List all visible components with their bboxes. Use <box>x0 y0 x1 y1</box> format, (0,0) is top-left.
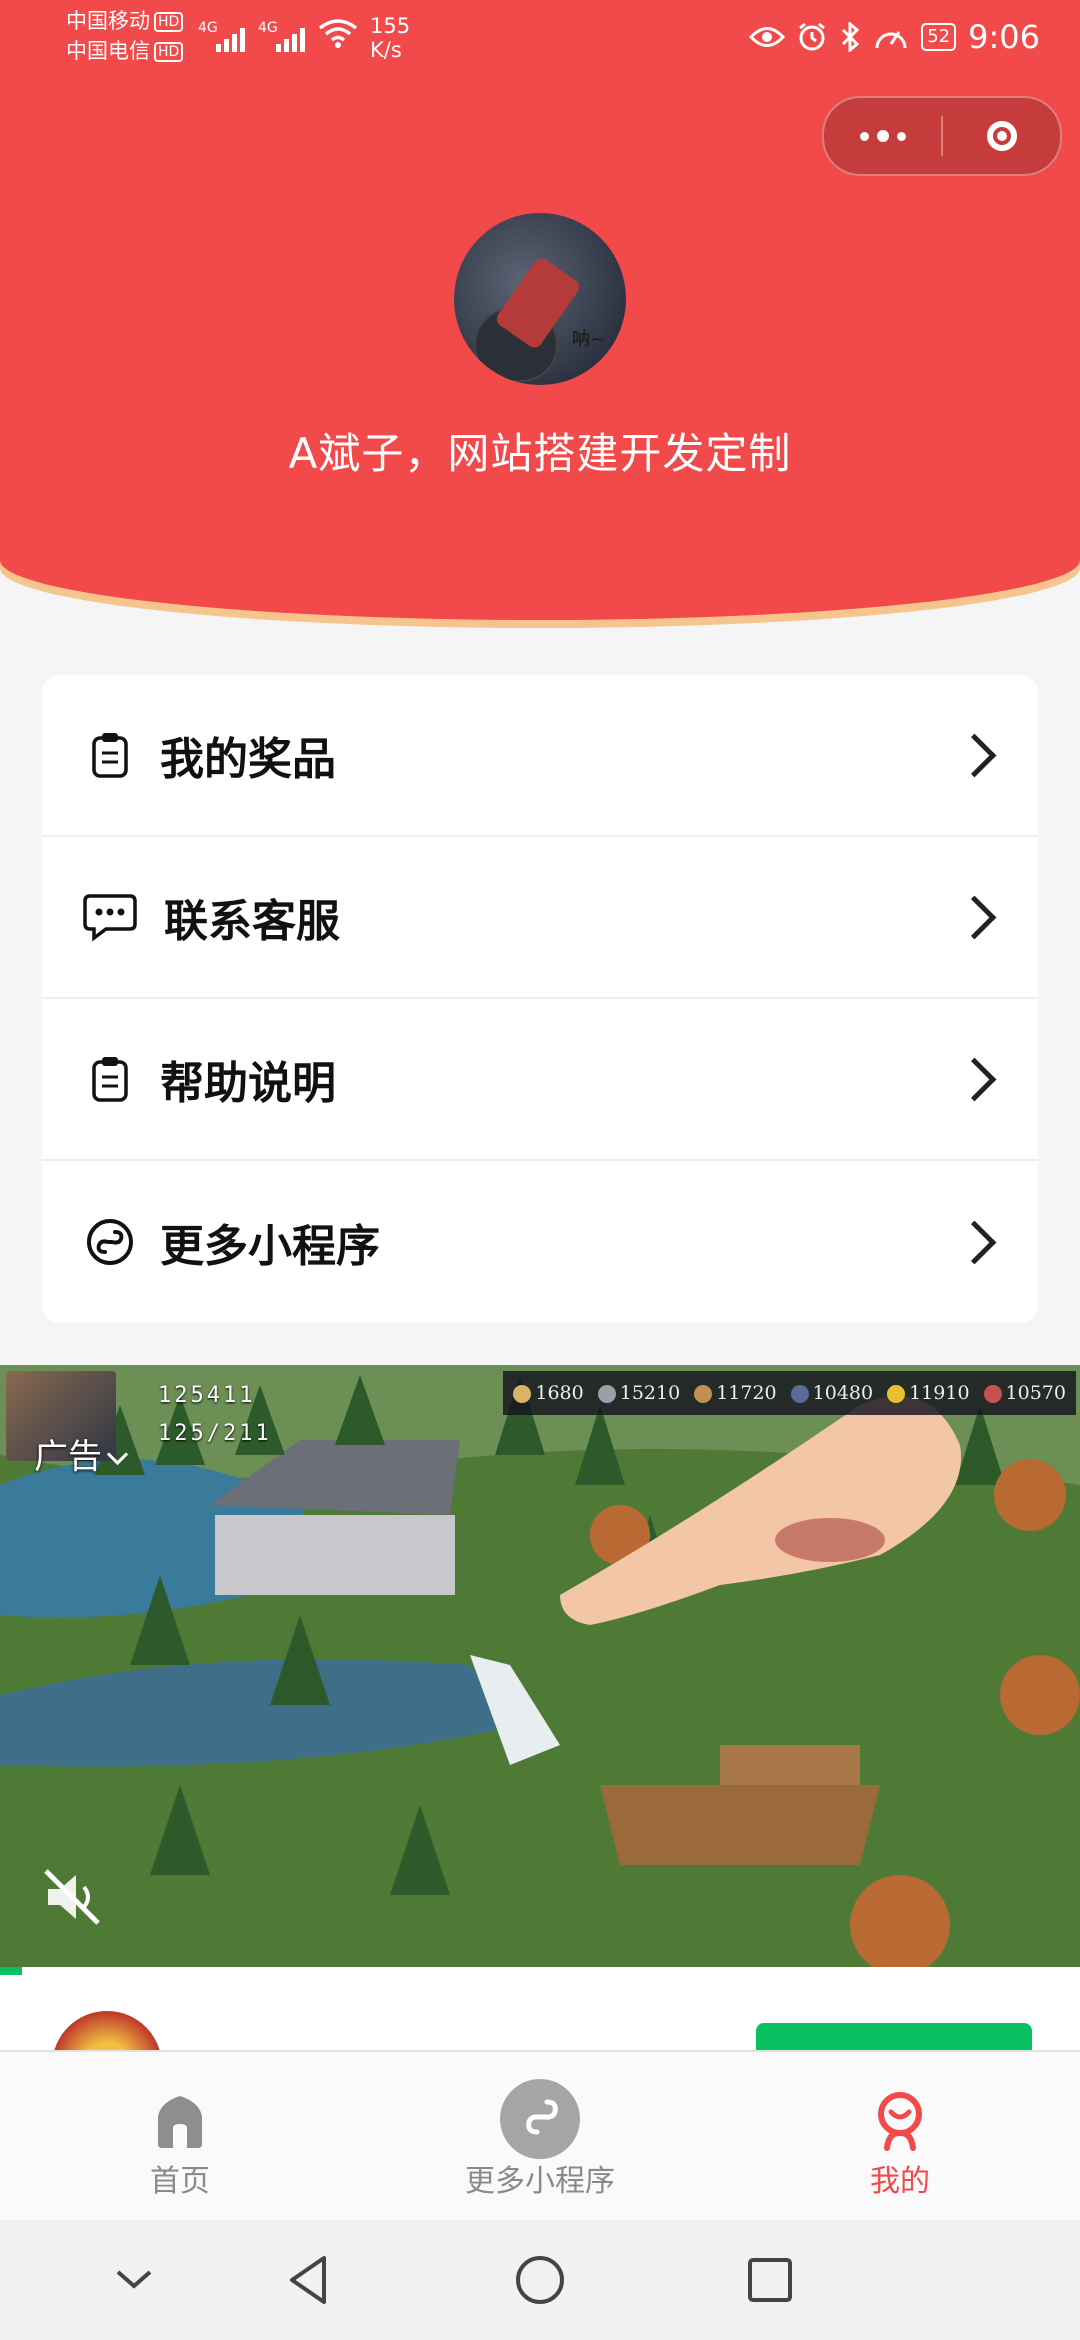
ad-hero-stats: 125411 125/211 <box>158 1377 272 1453</box>
tab-bar: 首页 更多小程序 我的 <box>0 2050 1080 2222</box>
target-circle-icon[interactable] <box>943 98 1060 174</box>
tab-more-miniprograms[interactable]: 更多小程序 <box>360 2052 720 2222</box>
ad-app-icon[interactable] <box>52 2011 162 2055</box>
network-speed: 155 K/s <box>370 14 410 62</box>
ad-resource: 15210 <box>597 1382 680 1404</box>
alarm-icon <box>799 22 826 51</box>
eye-icon <box>749 27 786 47</box>
profile-icon <box>878 2092 922 2151</box>
ad-footer <box>0 1975 1080 2055</box>
profile-name: A斌子，网站搭建开发定制 <box>288 429 792 478</box>
chevron-right-icon <box>952 1220 997 1264</box>
carrier-name-2: 中国电信 <box>66 39 150 63</box>
ad-tag-label: 广告 <box>34 1437 102 1477</box>
status-icons: 52 9:06 <box>749 18 1040 56</box>
signal-bars-2-icon <box>276 22 305 52</box>
avatar[interactable]: 呐~ <box>454 213 626 385</box>
network-type-2: 4G <box>258 20 278 36</box>
status-bar: 中国移动 HD 中国电信 HD 4G 4G 155 K/s 52 9:06 <box>0 0 1080 76</box>
ad-resource: 11910 <box>887 1382 970 1404</box>
chevron-right-icon <box>952 1057 997 1101</box>
menu-item-contact-support[interactable]: 联系客服 <box>42 837 1038 999</box>
tab-label: 首页 <box>150 2164 210 2199</box>
carrier-name-1: 中国移动 <box>66 9 150 33</box>
avatar-caption: 呐~ <box>572 329 606 350</box>
tab-home[interactable]: 首页 <box>0 2052 360 2222</box>
carrier-label-1: 中国移动 HD <box>66 6 184 36</box>
home-icon <box>158 2096 202 2148</box>
menu-item-label: 我的奖品 <box>160 734 336 785</box>
battery-indicator: 52 <box>921 23 957 51</box>
hd-badge-1: HD <box>154 12 184 32</box>
tab-label: 我的 <box>870 2164 930 2199</box>
recents-square-icon[interactable] <box>740 2250 800 2310</box>
home-circle-icon[interactable] <box>510 2250 570 2310</box>
menu-item-label: 帮助说明 <box>160 1058 336 1109</box>
mute-icon[interactable] <box>40 1865 104 1929</box>
menu-item-help[interactable]: 帮助说明 <box>42 999 1038 1161</box>
ad-resource: 10480 <box>790 1382 873 1404</box>
wifi-icon <box>318 19 358 48</box>
ad-resource: 11720 <box>694 1382 777 1404</box>
clipboard-icon <box>82 727 138 783</box>
speedometer-icon <box>875 31 907 49</box>
chevron-down-icon <box>106 1443 129 1466</box>
ad-progress-bar <box>0 1967 1080 1975</box>
miniprogram-icon <box>82 1214 138 1270</box>
clock: 9:06 <box>968 18 1040 56</box>
video-ad[interactable]: 125411 125/211 1680 15210 11720 10480 11… <box>0 1365 1080 1975</box>
chat-bubble-icon <box>82 889 138 945</box>
ad-hero-stat: 125411 <box>158 1383 256 1408</box>
network-speed-value: 155 <box>370 14 411 38</box>
menu-item-label: 更多小程序 <box>160 1221 380 1272</box>
hd-badge-2: HD <box>154 42 184 62</box>
signal-bars-1-icon <box>216 22 245 52</box>
more-dots-icon[interactable] <box>824 98 941 174</box>
profile-header: 中国移动 HD 中国电信 HD 4G 4G 155 K/s 52 9:06 呐~… <box>0 0 1080 620</box>
chevron-right-icon <box>952 733 997 777</box>
ad-resource-bar: 1680 15210 11720 10480 11910 10570 <box>503 1371 1076 1415</box>
ad-tag[interactable]: 广告 <box>34 1429 129 1478</box>
system-nav-bar <box>0 2220 1080 2340</box>
clipboard-icon <box>82 1051 138 1107</box>
tab-label: 更多小程序 <box>465 2164 615 2199</box>
network-speed-unit: K/s <box>370 38 402 62</box>
menu-card: 我的奖品 联系客服 帮助说明 更多小程序 <box>42 675 1038 1323</box>
network-type-1: 4G <box>198 20 218 36</box>
miniprogram-capsule <box>822 96 1062 176</box>
chevron-down-icon[interactable] <box>104 2250 164 2310</box>
chevron-right-icon <box>952 895 997 939</box>
back-triangle-icon[interactable] <box>280 2250 340 2310</box>
menu-item-my-prizes[interactable]: 我的奖品 <box>42 675 1038 837</box>
ad-resource: 1680 <box>513 1382 584 1404</box>
menu-item-more-miniprograms[interactable]: 更多小程序 <box>42 1161 1038 1323</box>
carrier-label-2: 中国电信 HD <box>66 36 184 66</box>
bluetooth-icon <box>842 22 860 52</box>
tab-my[interactable]: 我的 <box>720 2052 1080 2222</box>
ad-game-scene <box>0 1365 1080 1975</box>
ad-progress-fill <box>0 1967 22 1975</box>
ad-hero-stat: 125/211 <box>158 1421 272 1446</box>
miniprogram-icon <box>500 2079 580 2159</box>
ad-resource: 10570 <box>983 1382 1066 1404</box>
menu-item-label: 联系客服 <box>164 896 340 947</box>
